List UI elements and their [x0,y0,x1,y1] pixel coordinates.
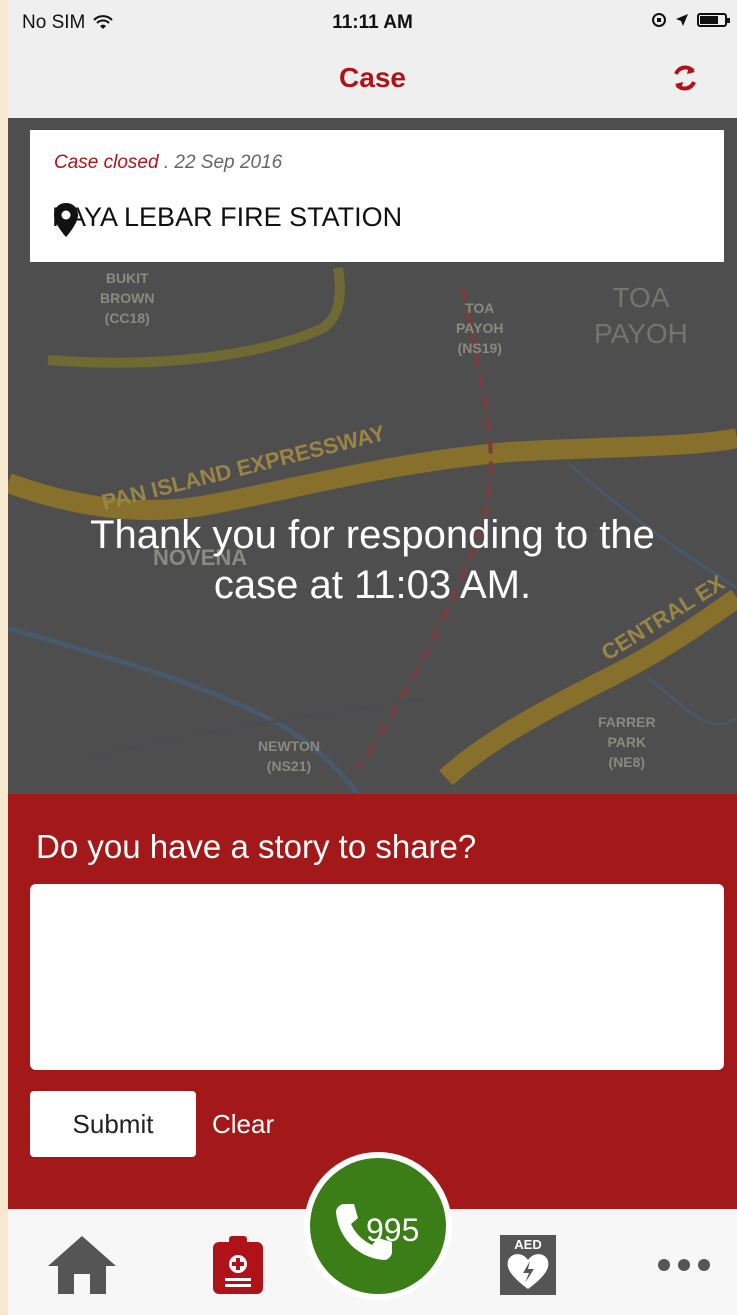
story-question: Do you have a story to share? [36,828,477,865]
map-label-toa-payoh-station: TOA PAYOH (NS19) [456,300,504,356]
case-location-name: PAYA LEBAR FIRE STATION [52,202,403,232]
orientation-lock-icon [652,13,666,27]
map-label-toa-payoh: TOA PAYOH [594,282,688,349]
map-view[interactable]: BUKIT BROWN (CC18) TOA PAYOH (NS19) TOA … [8,118,737,794]
status-bar: No SIM 11:11 AM [8,0,737,44]
call-number: 995 [366,1212,420,1248]
emergency-call-button[interactable]: 995 [304,1152,452,1300]
map-label-newton: NEWTON (NS21) [258,738,320,774]
status-time: 11:11 AM [332,12,413,33]
refresh-icon [674,65,696,91]
tab-home[interactable] [42,1225,122,1305]
story-panel: Do you have a story to share? Submit Cle… [8,794,737,1209]
location-arrow-icon [676,14,688,26]
response-confirmation-message: Thank you for responding to the case at … [90,513,655,607]
case-status-badge: Case closed [54,152,159,173]
tab-cases[interactable] [198,1225,278,1305]
home-icon [48,1236,116,1294]
aed-icon: AED [500,1235,556,1295]
medical-clipboard-icon [213,1236,263,1294]
refresh-button[interactable] [665,58,705,98]
navigation-bar: Case [8,44,737,118]
page-title: Case [339,62,406,93]
case-location: PAYA LEBAR FIRE STATION [52,202,403,237]
case-status-line: Case closed . 22 Sep 2016 [54,152,282,174]
story-input[interactable] [30,884,724,1070]
aed-label: AED [514,1237,541,1252]
map-label-farrer-park: FARRER PARK (NE8) [598,714,656,770]
app-screen: No SIM 11:11 AM Case BUKIT BROWN (CC18) … [8,0,737,1315]
case-info-card: Case closed . 22 Sep 2016 PAYA LEBAR FIR… [30,130,724,262]
submit-button[interactable]: Submit [30,1091,196,1157]
battery-icon [697,13,730,27]
case-date: . 22 Sep 2016 [163,152,283,173]
map-pin-icon [54,203,78,237]
more-icon [658,1259,710,1271]
tab-aed[interactable]: AED [488,1225,568,1305]
map-label-bukit-brown: BUKIT BROWN (CC18) [100,270,155,326]
clear-button[interactable]: Clear [212,1109,274,1140]
tab-more[interactable] [644,1225,724,1305]
